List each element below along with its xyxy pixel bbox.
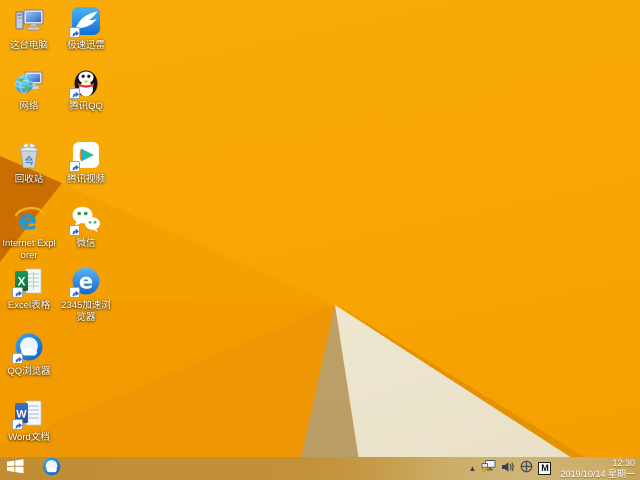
icon-label: 极速迅雷	[66, 40, 105, 51]
desktop-icon-network[interactable]: 网络	[1, 66, 57, 113]
volume-icon[interactable]	[501, 460, 515, 478]
this-pc-icon	[13, 5, 45, 37]
2345-browser-icon: e	[69, 265, 102, 298]
shortcut-arrow-icon	[12, 353, 23, 364]
windows-logo-icon	[6, 458, 24, 479]
clock-time: 12:30	[612, 458, 635, 468]
excel-icon: X	[12, 265, 45, 298]
desktop-icon-tencent-video[interactable]: 腾讯视频	[58, 139, 114, 186]
desktop-icon-internet-explorer[interactable]: e Internet Explorer	[1, 203, 57, 261]
desktop-icon-2345-browser[interactable]: e 2345加速浏览器	[58, 265, 114, 323]
system-tray: ▲ M 12:30 2019/10/14 星期一	[469, 458, 640, 479]
wechat-icon	[69, 203, 102, 236]
desktop: 这台电脑 极速迅雷 网络 腾讯QQ 回收站 腾讯视频 e Internet Ex…	[0, 0, 640, 480]
shortcut-arrow-icon	[12, 287, 23, 298]
taskbar-clock[interactable]: 12:30 2019/10/14 星期一	[560, 458, 635, 479]
desktop-icon-excel[interactable]: X Excel表格	[1, 265, 57, 312]
show-hidden-icons-button[interactable]: ▲	[469, 464, 477, 473]
icon-label: 回收站	[14, 174, 44, 185]
desktop-icon-qq-browser[interactable]: QQ浏览器	[1, 331, 57, 378]
recycle-bin-icon	[13, 139, 45, 171]
qq-penguin-icon	[69, 66, 102, 99]
shortcut-arrow-icon	[69, 225, 80, 236]
xunlei-icon	[69, 5, 102, 38]
network-icon	[13, 66, 45, 98]
desktop-icon-this-pc[interactable]: 这台电脑	[1, 5, 57, 52]
qq-browser-icon	[12, 331, 45, 364]
shortcut-arrow-icon	[69, 161, 80, 172]
desktop-icon-tencent-qq[interactable]: 腾讯QQ	[58, 66, 114, 113]
desktop-icon-wechat[interactable]: 微信	[58, 203, 114, 250]
icon-label: Internet Explorer	[2, 238, 56, 261]
shortcut-arrow-icon	[69, 88, 80, 99]
icon-label: 腾讯QQ	[69, 101, 103, 112]
clock-date: 2019/10/14 星期一	[560, 468, 635, 479]
shortcut-arrow-icon	[69, 287, 80, 298]
icon-label: 2345加速浏览器	[61, 300, 111, 323]
desktop-icon-word[interactable]: W Word文档	[1, 397, 57, 444]
input-method-indicator[interactable]: M	[538, 462, 552, 475]
icon-label: 这台电脑	[9, 40, 48, 51]
start-button[interactable]	[0, 457, 30, 480]
desktop-icon-xunlei[interactable]: 极速迅雷	[58, 5, 114, 52]
icon-label: QQ浏览器	[7, 366, 51, 377]
svg-text:e: e	[79, 270, 93, 294]
icon-label: Excel表格	[7, 300, 51, 311]
taskbar: ▲ M 12:30 2019/10/14 星期一	[0, 457, 640, 480]
icon-label: Word文档	[8, 432, 50, 443]
icon-label: 微信	[76, 238, 96, 249]
shortcut-arrow-icon	[12, 419, 23, 430]
tencent-video-icon	[69, 139, 102, 172]
network-status-icon[interactable]	[481, 459, 496, 478]
qq-browser-icon	[41, 456, 62, 480]
tray-crosshair-icon[interactable]	[520, 460, 533, 478]
shortcut-arrow-icon	[69, 27, 80, 38]
taskbar-pinned-qq-browser[interactable]	[38, 457, 64, 480]
icon-label: 网络	[19, 101, 39, 112]
icon-label: 腾讯视频	[66, 174, 105, 185]
desktop-icon-recycle-bin[interactable]: 回收站	[1, 139, 57, 186]
internet-explorer-icon: e	[13, 203, 45, 235]
word-icon: W	[12, 397, 45, 430]
